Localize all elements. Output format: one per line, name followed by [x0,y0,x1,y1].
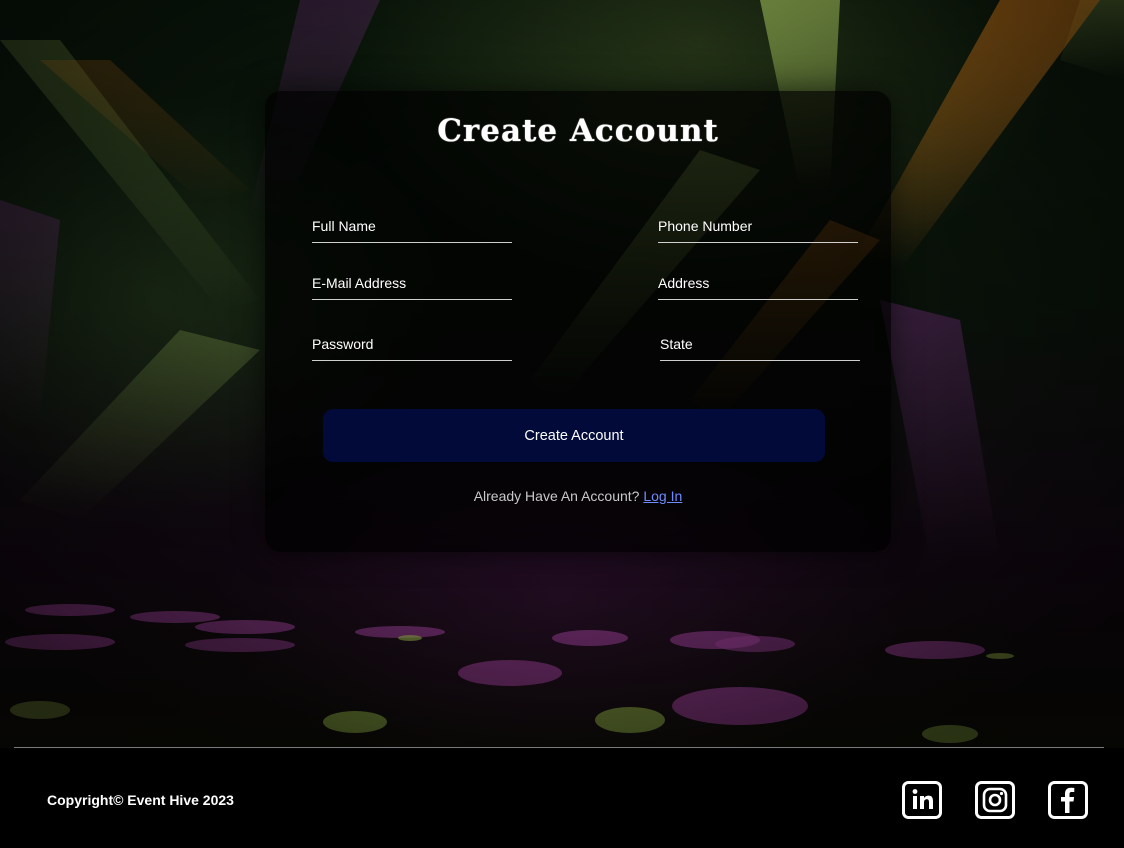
state-label: State [660,336,693,352]
phone-number-field[interactable]: Phone Number [658,208,858,243]
password-field[interactable]: Password [312,326,512,361]
state-field[interactable]: State [660,326,860,361]
create-account-card: Create Account Full Name Phone Number E-… [265,91,891,552]
footer-divider [14,747,1104,748]
copyright-text: Copyright© Event Hive 2023 [47,792,234,808]
full-name-label: Full Name [312,218,376,234]
email-field[interactable]: E-Mail Address [312,265,512,300]
full-name-field[interactable]: Full Name [312,208,512,243]
login-prompt-row: Already Have An Account? Log In [265,488,891,504]
address-field[interactable]: Address [658,265,858,300]
login-link[interactable]: Log In [643,488,682,504]
address-label: Address [658,275,710,291]
linkedin-icon[interactable] [902,781,942,819]
password-label: Password [312,336,374,352]
instagram-icon[interactable] [975,781,1015,819]
login-prompt-text: Already Have An Account? [473,488,640,504]
email-label: E-Mail Address [312,275,407,291]
facebook-icon[interactable] [1048,781,1088,819]
create-account-button[interactable]: Create Account [323,409,825,462]
phone-number-label: Phone Number [658,218,753,234]
page: Create Account Full Name Phone Number E-… [0,0,1124,848]
page-title: Create Account [437,113,719,149]
